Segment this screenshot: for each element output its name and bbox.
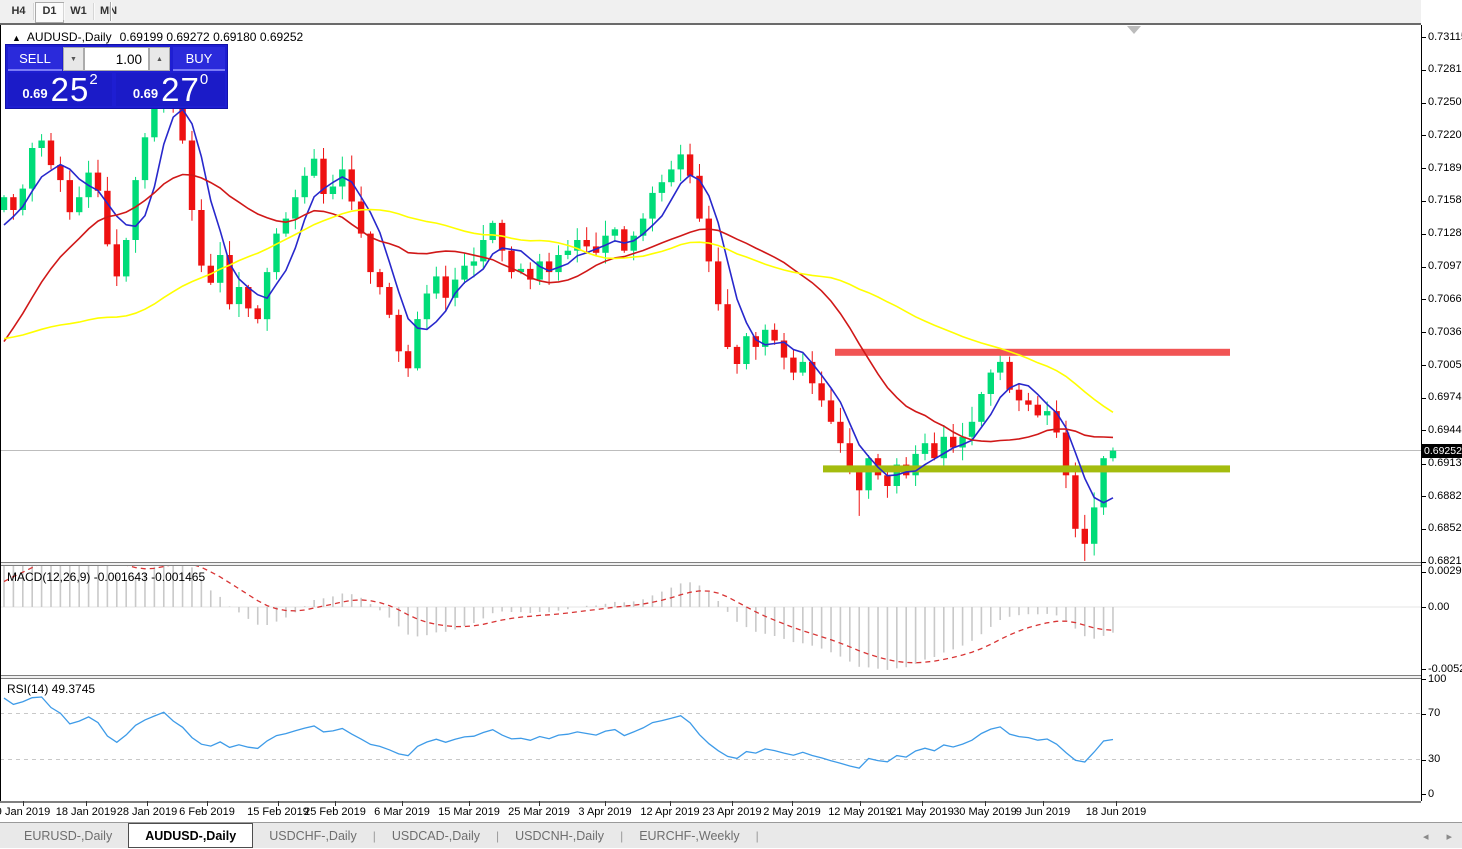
time-axis-label: 9 Jun 2019 xyxy=(1003,806,1083,818)
price-axis-tick xyxy=(1422,299,1426,300)
macd-axis-tick xyxy=(1422,607,1426,608)
price-axis-label: 0.69130 xyxy=(1428,457,1462,469)
current-price-tag: 0.69252 xyxy=(1422,444,1462,458)
rsi-axis-tick xyxy=(1422,760,1426,761)
time-axis[interactable]: 9 Jan 201918 Jan 201928 Jan 20196 Feb 20… xyxy=(0,803,1421,822)
buy-price-big-digits: 27 xyxy=(161,75,200,104)
price-axis-label: 0.68520 xyxy=(1428,522,1462,534)
tab-scroll-right-icon[interactable]: ▸ xyxy=(1446,830,1452,843)
price-axis-tick xyxy=(1422,464,1426,465)
chart-shift-marker-icon[interactable] xyxy=(1127,26,1141,34)
tab-eurusd-daily[interactable]: EURUSD-,Daily xyxy=(8,823,128,848)
tab-separator: | xyxy=(756,823,759,848)
price-axis-tick xyxy=(1422,529,1426,530)
rsi-axis-tick xyxy=(1422,714,1426,715)
price-axis-tick xyxy=(1422,103,1426,104)
timeframe-button-w1[interactable]: W1 xyxy=(65,2,92,21)
chart-left-border xyxy=(0,25,1,801)
price-axis-tick xyxy=(1422,234,1426,235)
price-axis-label: 0.70665 xyxy=(1428,293,1462,305)
ohlc-low: 0.69180 xyxy=(213,30,256,44)
rsi-chart-canvas[interactable] xyxy=(0,679,1421,801)
price-axis-tick xyxy=(1422,332,1426,333)
volume-input[interactable] xyxy=(84,47,149,71)
price-axis-tick xyxy=(1422,398,1426,399)
rsi-axis-label: 0 xyxy=(1428,788,1434,800)
price-axis-label: 0.68825 xyxy=(1428,490,1462,502)
macd-indicator-label: MACD(12,26,9) -0.001643 -0.001465 xyxy=(7,570,205,584)
price-axis-label: 0.70050 xyxy=(1428,359,1462,371)
price-axis-tick xyxy=(1422,267,1426,268)
tab-usdcad-daily[interactable]: USDCAD-,Daily xyxy=(376,823,496,848)
sell-button[interactable]: SELL xyxy=(8,47,62,71)
buy-price-pipette: 0 xyxy=(200,71,208,88)
buy-button[interactable]: BUY xyxy=(173,47,225,71)
price-axis-label: 0.71890 xyxy=(1428,162,1462,174)
rsi-axis-label: 70 xyxy=(1428,707,1440,719)
sell-price-big-digits: 25 xyxy=(51,75,90,104)
price-axis-label: 0.70360 xyxy=(1428,326,1462,338)
price-axis-tick xyxy=(1422,496,1426,497)
price-axis-label: 0.71280 xyxy=(1428,227,1462,239)
timeframe-button-d1[interactable]: D1 xyxy=(35,2,64,23)
one-click-trade-panel: SELL ▼ ▲ BUY 0.69 25 2 0.69 27 0 xyxy=(6,45,227,108)
volume-decrease-button[interactable]: ▼ xyxy=(63,47,84,71)
macd-axis-label: 0.002984 xyxy=(1428,565,1462,577)
sell-price-prefix: 0.69 xyxy=(22,86,47,101)
price-axis-tick xyxy=(1422,430,1426,431)
macd-axis-tick xyxy=(1422,669,1426,670)
price-axis-label: 0.69440 xyxy=(1428,424,1462,436)
tab-eurchf-weekly[interactable]: EURCHF-,Weekly xyxy=(623,823,755,848)
time-axis-label: 18 Jun 2019 xyxy=(1076,806,1156,818)
time-axis-label: 15 Mar 2019 xyxy=(429,806,509,818)
price-axis-label: 0.70970 xyxy=(1428,260,1462,272)
price-axis[interactable]: 0.69252 0.73115 0.72810 0.72505 0.72200 0.71… xyxy=(1421,0,1462,822)
price-axis-label: 0.72505 xyxy=(1428,96,1462,108)
ohlc-close: 0.69252 xyxy=(260,30,303,44)
ohlc-high: 0.69272 xyxy=(166,30,209,44)
sell-price-pipette: 2 xyxy=(89,71,97,88)
rsi-axis-label: 30 xyxy=(1428,753,1440,765)
tab-usdchf-daily[interactable]: USDCHF-,Daily xyxy=(253,823,373,848)
timeframe-toolbar: H4 D1 W1 MN xyxy=(0,0,1462,23)
buy-price-prefix: 0.69 xyxy=(133,86,158,101)
timeframe-button-mn[interactable]: MN xyxy=(95,2,122,21)
chart-tab-bar: EURUSD-,Daily AUDUSD-,Daily USDCHF-,Dail… xyxy=(0,822,1462,848)
macd-axis-tick xyxy=(1422,572,1426,573)
time-axis-label: 6 Feb 2019 xyxy=(167,806,247,818)
arrow-down-icon: ▼ xyxy=(70,56,77,63)
price-axis-label: 0.73115 xyxy=(1428,31,1462,43)
price-axis-label: 0.71585 xyxy=(1428,194,1462,206)
macd-axis-label: 0.00 xyxy=(1428,601,1449,613)
macd-chart-canvas[interactable] xyxy=(0,566,1421,675)
volume-increase-button[interactable]: ▲ xyxy=(149,47,170,71)
tab-audusd-daily[interactable]: AUDUSD-,Daily xyxy=(128,823,253,848)
toolbar-groove xyxy=(110,2,112,21)
price-axis-tick xyxy=(1422,135,1426,136)
sell-price-display[interactable]: 0.69 25 2 xyxy=(8,73,112,106)
collapse-panel-icon[interactable]: ▲ xyxy=(12,33,21,43)
price-axis-label: 0.69745 xyxy=(1428,391,1462,403)
price-axis-line xyxy=(1421,25,1422,801)
price-axis-tick xyxy=(1422,365,1426,366)
price-axis-label: 0.72200 xyxy=(1428,129,1462,141)
rsi-axis-tick xyxy=(1422,679,1426,680)
chart-header: ▲ AUDUSD-,Daily 0.69199 0.69272 0.69180 0.… xyxy=(12,30,303,44)
price-axis-label: 0.72810 xyxy=(1428,63,1462,75)
symbol-label: AUDUSD-,Daily xyxy=(27,30,112,44)
price-axis-tick xyxy=(1422,201,1426,202)
timeframe-button-h4[interactable]: H4 xyxy=(5,2,32,21)
arrow-up-icon: ▲ xyxy=(156,56,163,63)
price-axis-tick xyxy=(1422,562,1426,563)
rsi-indicator-label: RSI(14) 49.3745 xyxy=(7,682,95,696)
price-axis-tick xyxy=(1422,70,1426,71)
rsi-axis-label: 100 xyxy=(1428,673,1446,685)
tab-usdcnh-daily[interactable]: USDCNH-,Daily xyxy=(499,823,620,848)
ohlc-open: 0.69199 xyxy=(120,30,163,44)
rsi-axis-tick xyxy=(1422,794,1426,795)
price-axis-tick xyxy=(1422,37,1426,38)
buy-price-display[interactable]: 0.69 27 0 xyxy=(116,73,225,106)
price-axis-tick xyxy=(1422,168,1426,169)
tab-scroll-left-icon[interactable]: ◂ xyxy=(1423,830,1429,843)
